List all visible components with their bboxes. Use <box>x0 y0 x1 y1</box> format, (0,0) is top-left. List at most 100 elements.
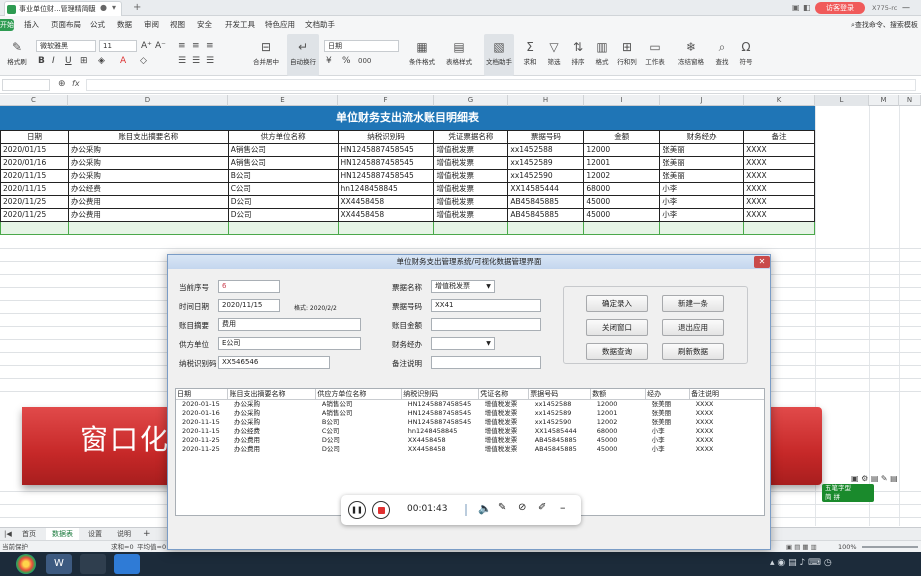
list-item[interactable]: 2020-01-16 办公采购 A销售公司 HN1245887458545 增值税发票 x… <box>176 409 764 418</box>
cell[interactable]: xx1452588 <box>507 143 585 157</box>
cell[interactable] <box>337 221 435 235</box>
freeze-button[interactable]: ❄ 冻结窗格 <box>674 34 708 76</box>
align-middle-icon[interactable]: ≡ <box>192 40 200 52</box>
cell[interactable]: 张美丽 <box>659 156 745 170</box>
header-remark[interactable]: 备注 <box>743 130 815 144</box>
phone-icon[interactable]: ▢ <box>88 0 96 16</box>
column-header[interactable]: M <box>869 95 899 106</box>
header-voucher[interactable]: 凭证票据名称 <box>433 130 509 144</box>
menu-view[interactable]: 视图 <box>170 16 185 34</box>
mic-icon[interactable]: ✎ <box>498 502 506 513</box>
cell[interactable] <box>743 221 815 235</box>
clear-icon[interactable]: ◇ <box>140 55 147 67</box>
fx-icon[interactable]: fx <box>72 79 80 88</box>
cell[interactable]: XXXX <box>743 156 815 170</box>
video-app-icon[interactable] <box>114 554 140 574</box>
cell[interactable]: A销售公司 <box>227 156 339 170</box>
cell[interactable]: 办公费用 <box>67 208 229 222</box>
cell[interactable]: 小李 <box>659 182 745 196</box>
new-entry-button[interactable]: 新建一条 <box>662 295 724 312</box>
font-color-icon[interactable]: A <box>120 55 126 67</box>
location-icon[interactable]: ● <box>100 0 107 16</box>
list-item[interactable]: 2020-11-15 办公采购 B公司 HN1245887458545 增值税发票 xx1… <box>176 418 764 427</box>
header-date[interactable]: 日期 <box>0 130 69 144</box>
cell[interactable]: 增值税发票 <box>433 156 509 170</box>
menu-page-layout[interactable]: 页面布局 <box>51 16 81 34</box>
list-header[interactable]: 日期 <box>176 389 229 400</box>
column-header[interactable]: N <box>899 95 921 106</box>
cell[interactable]: 45000 <box>583 195 661 209</box>
column-header[interactable]: K <box>744 95 815 106</box>
header-tax-id[interactable]: 纳税识别码 <box>337 130 435 144</box>
cell[interactable]: D公司 <box>227 208 339 222</box>
cell[interactable] <box>659 221 745 235</box>
align-left-icon[interactable]: ☰ <box>178 55 186 67</box>
underline-icon[interactable]: U <box>65 55 72 67</box>
menu-insert[interactable]: 插入 <box>24 16 39 34</box>
cell[interactable]: 办公采购 <box>67 156 229 170</box>
header-supplier[interactable]: 供方单位名称 <box>227 130 339 144</box>
cell[interactable]: 小李 <box>659 195 745 209</box>
tax-id-field[interactable]: XX546546 <box>218 356 330 369</box>
column-header[interactable]: G <box>434 95 508 106</box>
cell[interactable]: D公司 <box>227 195 339 209</box>
cell[interactable]: XXXX <box>743 143 815 157</box>
cell[interactable]: XX4458458 <box>337 195 435 209</box>
list-header[interactable]: 备注说明 <box>689 389 764 400</box>
cell[interactable]: XXXX <box>743 208 815 222</box>
list-item[interactable]: 2020-11-25 办公费用 D公司 XX4458458 增值税发票 AB4584588… <box>176 445 764 454</box>
bill-no-field[interactable]: XX41 <box>431 299 541 312</box>
column-header[interactable]: L <box>815 95 869 106</box>
cell[interactable]: HN1245887458545 <box>337 143 435 157</box>
zoom-slider[interactable] <box>862 546 918 548</box>
list-header[interactable]: 数额 <box>590 389 647 400</box>
font-size-select[interactable]: 11 <box>99 40 137 52</box>
list-header[interactable]: 供应方单位名称 <box>315 389 403 400</box>
cell[interactable]: 小李 <box>659 208 745 222</box>
minimize-icon[interactable]: — <box>902 0 910 16</box>
symbol-button[interactable]: Ω 符号 <box>736 34 756 76</box>
bold-icon[interactable]: B <box>38 55 45 67</box>
cell[interactable]: hn1248458845 <box>337 182 435 196</box>
new-tab-icon[interactable]: + <box>133 0 141 16</box>
decrease-font-icon[interactable]: A⁻ <box>155 40 166 52</box>
window-layout-icon[interactable]: ▣ <box>792 0 800 16</box>
cell[interactable]: C公司 <box>227 182 339 196</box>
menu-security[interactable]: 安全 <box>197 16 212 34</box>
header-handler[interactable]: 财务经办 <box>659 130 745 144</box>
header-summary[interactable]: 账目支出摘要名称 <box>67 130 229 144</box>
menu-doc-helper[interactable]: 文档助手 <box>305 16 335 34</box>
pen-icon[interactable]: ✐ <box>538 502 546 513</box>
increase-font-icon[interactable]: A⁺ <box>141 40 152 52</box>
align-bottom-icon[interactable]: ≡ <box>206 40 214 52</box>
merge-center-button[interactable]: ⊟ 合并居中 <box>250 34 282 76</box>
cell[interactable]: 2020/01/16 <box>0 156 69 170</box>
list-header[interactable]: 账目支出摘要名称 <box>227 389 317 400</box>
cell[interactable]: 12000 <box>583 143 661 157</box>
cell[interactable]: 68000 <box>583 182 661 196</box>
list-item[interactable]: 2020-01-15 办公采购 A销售公司 HN1245887458545 增值税发票 x… <box>176 400 764 410</box>
cell[interactable]: B公司 <box>227 169 339 183</box>
sort-button[interactable]: ⇅ 排序 <box>568 34 588 76</box>
theme-icon[interactable]: ◧ <box>803 0 811 16</box>
remark-field[interactable] <box>431 356 541 369</box>
chrome-icon[interactable] <box>16 554 36 574</box>
close-window-button[interactable]: 关闭窗口 <box>586 319 648 336</box>
border-icon[interactable]: ⊞ <box>80 55 88 67</box>
cell[interactable]: xx1452590 <box>507 169 585 183</box>
list-header[interactable]: 经办 <box>645 389 691 400</box>
cell[interactable]: 办公采购 <box>67 143 229 157</box>
cell[interactable]: 增值税发票 <box>433 208 509 222</box>
cell[interactable]: 2020/01/15 <box>0 143 69 157</box>
format-button[interactable]: ▥ 格式 <box>592 34 612 76</box>
cell[interactable]: XXXX <box>743 182 815 196</box>
cell[interactable] <box>227 221 339 235</box>
currency-icon[interactable]: ¥ <box>326 55 332 67</box>
font-name-select[interactable]: 微软雅黑 <box>36 40 96 52</box>
column-header[interactable]: C <box>0 95 68 106</box>
align-right-icon[interactable]: ☰ <box>206 55 214 67</box>
conditional-format-button[interactable]: ▦ 条件格式 <box>405 34 439 76</box>
cell[interactable]: 2020/11/25 <box>0 195 69 209</box>
cell[interactable]: 2020/11/15 <box>0 169 69 183</box>
handler-select[interactable]: ▼ <box>431 337 495 350</box>
